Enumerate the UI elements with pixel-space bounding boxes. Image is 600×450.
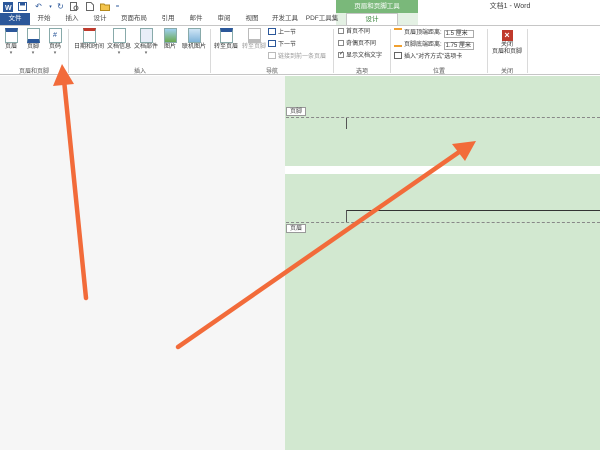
header-cursor: [346, 210, 347, 222]
context-tools-title: 页眉和页脚工具: [336, 0, 418, 13]
goto-footer-button[interactable]: 转至页脚: [240, 28, 268, 64]
tab-pdf-tools[interactable]: PDF工具集: [304, 13, 340, 25]
title-bar: W ↶ ▾ ↻ = 页眉和页脚工具 文档1 - Word: [0, 0, 600, 13]
chevron-down-icon: ▾: [31, 50, 35, 56]
online-picture-icon: [187, 28, 201, 43]
insert-alignment-tab-button[interactable]: 插入"对齐方式"选项卡: [394, 52, 462, 61]
header-tag: 页眉: [286, 224, 307, 233]
header-icon: [4, 28, 18, 43]
alignment-tab-icon: [394, 52, 402, 59]
chevron-down-icon: ▾: [144, 50, 148, 56]
footer-position-icon: [394, 40, 402, 47]
group-divider: [390, 29, 391, 73]
header-border-line: [346, 210, 600, 211]
goto-footer-icon: [247, 28, 261, 43]
group-label-navigation: 导航: [265, 69, 278, 75]
tab-mailings[interactable]: 邮件: [184, 13, 208, 25]
header-boundary-line: [286, 222, 600, 223]
close-icon: ×: [501, 30, 513, 41]
footer-tag: 页脚: [286, 107, 307, 116]
tab-home[interactable]: 开始: [32, 13, 56, 25]
page-gap: [285, 166, 600, 174]
doc-info-button[interactable]: 文档信息 ▾: [106, 28, 132, 64]
new-document-icon[interactable]: [84, 1, 95, 12]
show-document-text-checkbox[interactable]: 显示文档文字: [338, 50, 382, 61]
footer-icon: [26, 28, 40, 43]
checkbox-icon: [338, 28, 344, 34]
next-section-button[interactable]: 下一节: [268, 40, 296, 49]
header-position-icon: [394, 28, 402, 35]
group-divider: [210, 29, 211, 73]
quick-parts-icon: [139, 28, 153, 43]
header-top-spinner[interactable]: 1.5 厘米: [443, 30, 474, 38]
document-margin-area: [0, 76, 285, 450]
footer-boundary-line: [286, 117, 600, 118]
tab-design[interactable]: 设计: [88, 13, 112, 25]
tab-insert[interactable]: 插入: [60, 13, 84, 25]
group-divider: [527, 29, 528, 73]
next-section-icon: [268, 40, 276, 47]
close-header-footer-button[interactable]: × 关闭 页眉和页脚: [488, 30, 526, 66]
calendar-icon: [82, 28, 96, 43]
tab-review[interactable]: 审阅: [212, 13, 236, 25]
previous-section-button[interactable]: 上一节: [268, 28, 296, 37]
goto-header-button[interactable]: 转至页眉: [212, 28, 240, 64]
word-logo-icon: W: [2, 1, 13, 12]
open-folder-icon[interactable]: [99, 1, 110, 12]
tab-file[interactable]: 文件: [0, 13, 30, 25]
group-label-options: 选项: [355, 69, 368, 75]
checkbox-icon: [338, 40, 344, 46]
group-label-insert: 插入: [133, 69, 146, 75]
document-canvas: 页脚 页眉: [0, 76, 600, 450]
document-info-icon: [112, 28, 126, 43]
group-divider: [68, 29, 69, 73]
tab-page-layout[interactable]: 页面布局: [116, 13, 152, 25]
group-label-close: 关闭: [500, 69, 513, 75]
link-icon: [268, 52, 276, 59]
footer-button[interactable]: 页脚 ▾: [24, 28, 42, 64]
date-time-button[interactable]: 日期和时间: [72, 28, 106, 64]
document-title: 文档1 - Word: [489, 3, 531, 10]
online-picture-button[interactable]: 联机图片: [180, 28, 208, 64]
redo-icon[interactable]: ↻: [55, 1, 66, 12]
tab-view[interactable]: 视图: [240, 13, 264, 25]
undo-icon[interactable]: ↶: [33, 1, 44, 12]
previous-section-icon: [268, 28, 276, 35]
header-top-distance: 页眉顶端距离: 1.5 厘米: [394, 28, 474, 38]
footer-bottom-distance: 页脚底端距离: 1.75 厘米: [394, 40, 474, 50]
picture-button[interactable]: 图片: [161, 28, 179, 64]
chevron-down-icon: ▾: [9, 50, 13, 56]
page-footer-region[interactable]: [285, 76, 600, 166]
odd-even-pages-checkbox[interactable]: 奇偶页不同: [338, 40, 376, 49]
tab-references[interactable]: 引用: [156, 13, 180, 25]
different-first-page-checkbox[interactable]: 首页不同: [338, 28, 370, 37]
ribbon: 页眉 ▾ 页脚 ▾ # 页码 ▾ 页眉和页脚 日期和时间 文档信息 ▾ 文档部件…: [0, 25, 600, 75]
ribbon-tabs: 文件 开始 插入 设计 页面布局 引用 邮件 审阅 视图 开发工具 PDF工具集…: [0, 13, 600, 26]
customize-toolbar-icon[interactable]: =: [112, 1, 123, 12]
page-number-button[interactable]: # 页码 ▾: [46, 28, 64, 64]
page-header-region[interactable]: [285, 174, 600, 450]
text-cursor: [346, 118, 347, 129]
save-icon[interactable]: [17, 1, 28, 12]
picture-icon: [163, 28, 177, 43]
checkbox-checked-icon: [338, 50, 344, 59]
group-label-hf: 页眉和页脚: [18, 69, 49, 75]
link-to-previous-button[interactable]: 链接到前一条页眉: [268, 52, 326, 61]
page-number-icon: #: [48, 28, 62, 43]
goto-header-icon: [219, 28, 233, 43]
group-label-position: 位置: [432, 69, 445, 75]
header-button[interactable]: 页眉 ▾: [2, 28, 20, 64]
print-preview-icon[interactable]: [69, 1, 80, 12]
footer-bottom-spinner[interactable]: 1.75 厘米: [443, 42, 474, 50]
chevron-down-icon: ▾: [53, 50, 57, 56]
tab-developer[interactable]: 开发工具: [268, 13, 302, 25]
doc-parts-button[interactable]: 文档部件 ▾: [133, 28, 159, 64]
svg-text:W: W: [5, 5, 12, 12]
chevron-down-icon: ▾: [117, 50, 121, 56]
